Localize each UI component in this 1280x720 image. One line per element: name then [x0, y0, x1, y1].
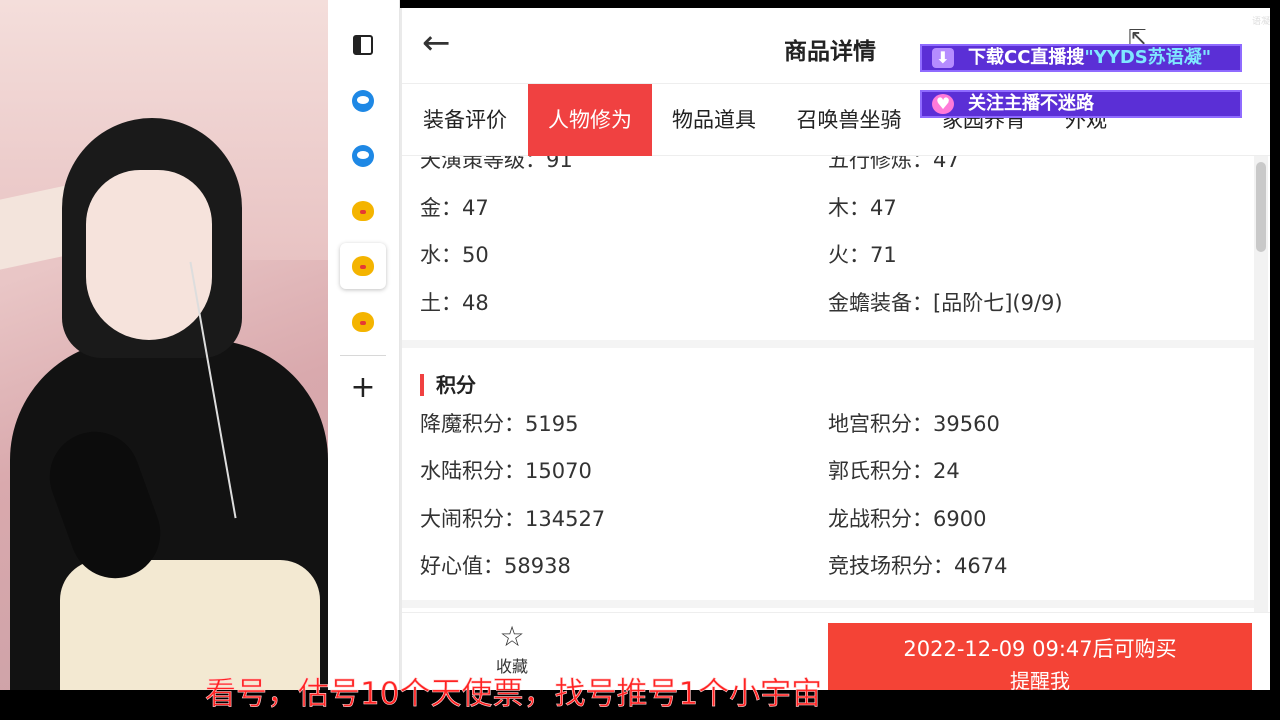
- buy-time-text: 2022-12-09 09:47后可购买: [903, 637, 1177, 661]
- chick-icon: [352, 201, 374, 221]
- points-row-2-right: 郭氏积分：24: [828, 459, 960, 483]
- section-divider: [402, 340, 1254, 348]
- tab-pets-mounts[interactable]: 召唤兽坐骑: [776, 84, 922, 156]
- corner-watermark: 语凝: [1252, 17, 1271, 27]
- points-row-1-right: 地宫积分：39560: [828, 412, 1000, 436]
- scrollbar-thumb[interactable]: [1256, 162, 1266, 252]
- scrollbar[interactable]: [1254, 156, 1268, 612]
- banner2-text: 关注主播不迷路: [968, 93, 1094, 114]
- stream-caption: 看号，估号10个天使票，找号推号1个小宇宙: [205, 676, 823, 713]
- sidebar-toggle-icon[interactable]: [340, 22, 386, 68]
- tab-divider: [340, 355, 386, 356]
- buy-reminder-button[interactable]: 2022-12-09 09:47后可购买 提醒我: [828, 623, 1252, 690]
- ie-icon: [352, 90, 374, 112]
- stat-fire: 火：71: [828, 243, 897, 267]
- browser-tab-chick-3[interactable]: [340, 299, 386, 345]
- section-title-points: 积分: [420, 374, 476, 396]
- browser-tab-strip: +: [328, 0, 400, 690]
- detail-content: 天演策等级：91 五行修炼：47 金：47 木：47 水：50 火：71 土：4…: [402, 156, 1254, 612]
- chick-icon: [352, 256, 374, 276]
- heart-icon: ♥: [932, 94, 954, 114]
- banner1-text: 下载CC直播搜: [968, 47, 1085, 68]
- remind-me-text: 提醒我: [1010, 669, 1070, 690]
- stat-wood: 木：47: [828, 196, 897, 220]
- points-row-1-left: 降魔积分：5195: [420, 412, 579, 436]
- star-icon: ☆: [499, 620, 525, 653]
- browser-tab-ie-1[interactable]: [340, 78, 386, 124]
- stat-left-partial: 天演策等级：91: [420, 156, 573, 172]
- follow-banner: ♥ 关注主播不迷路: [920, 90, 1242, 118]
- streamer-face: [86, 170, 212, 340]
- points-row-2-left: 水陆积分：15070: [420, 459, 592, 483]
- browser-tab-ie-2[interactable]: [340, 133, 386, 179]
- stat-earth: 土：48: [420, 291, 489, 315]
- banner1-highlight: "YYDS苏语凝": [1084, 47, 1212, 68]
- new-tab-plus-icon[interactable]: +: [340, 364, 386, 410]
- webcam-feed: [0, 0, 328, 690]
- points-row-3-left: 大闹积分：134527: [420, 507, 606, 531]
- tab-equipment-review[interactable]: 装备评价: [402, 84, 528, 156]
- stat-golden-toad-gear: 金蟾装备：[品阶七](9/9): [828, 291, 1063, 315]
- chick-icon: [352, 312, 374, 332]
- tab-character-cultivation[interactable]: 人物修为: [528, 84, 652, 156]
- download-cc-banner: ⬇ 下载CC直播搜"YYDS苏语凝": [920, 44, 1242, 72]
- download-icon: ⬇: [932, 48, 954, 68]
- ie-icon: [352, 145, 374, 167]
- browser-tab-chick-1[interactable]: [340, 188, 386, 234]
- stat-water: 水：50: [420, 243, 489, 267]
- stat-gold: 金：47: [420, 196, 489, 220]
- points-row-4-right: 竞技场积分：4674: [828, 554, 1008, 578]
- stream-frame: + ← 商品详情 ⇱ 装备评价 人物修为 物品道具 召唤兽坐骑 家园养育 外观 …: [0, 0, 1280, 720]
- section-divider-bottom: [402, 600, 1254, 608]
- points-row-3-right: 龙战积分：6900: [828, 507, 987, 531]
- tab-items[interactable]: 物品道具: [652, 84, 776, 156]
- points-row-4-left: 好心值：58938: [420, 554, 571, 578]
- stat-right-partial: 五行修炼：47: [828, 156, 960, 172]
- browser-tab-chick-2[interactable]: [340, 243, 386, 289]
